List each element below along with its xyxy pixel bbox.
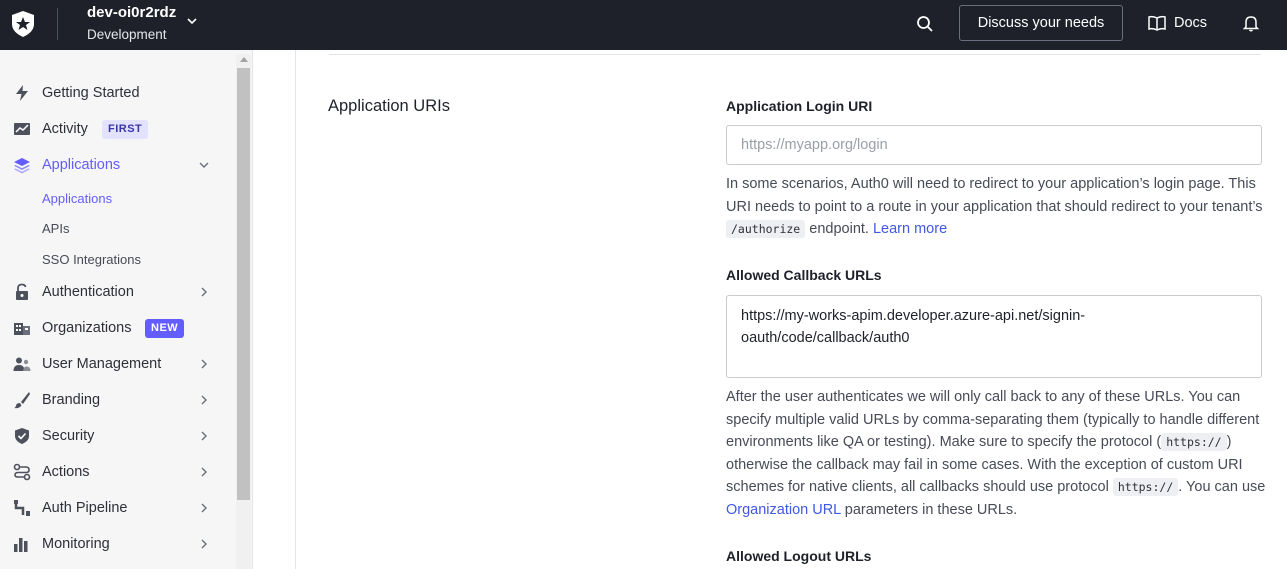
help-text: . You can use [1178,479,1266,495]
chevron-down-icon [199,162,209,168]
docs-link[interactable]: Docs [1148,13,1207,33]
discuss-your-needs-button[interactable]: Discuss your needs [959,5,1123,41]
sidebar-item-label: Branding [42,392,101,408]
layers-icon [12,155,32,175]
brush-icon [12,390,32,410]
sidebar-item-label: Actions [42,464,90,480]
flow-icon [12,462,32,482]
chevron-right-icon [201,359,207,369]
content-divider [295,50,296,569]
sidebar-item-organizations[interactable]: Organizations NEW [0,313,230,343]
sidebar-item-auth-pipeline[interactable]: Auth Pipeline [0,493,230,523]
sidebar-item-security[interactable]: Security [0,421,230,451]
sidebar-item-authentication[interactable]: Authentication [0,277,230,307]
users-icon [12,354,32,374]
callback-urls-help: After the user authenticates we will onl… [726,386,1266,521]
help-text: endpoint. [809,221,869,237]
sidebar-item-label: Authentication [42,284,134,300]
chevron-right-icon [201,287,207,297]
sidebar-item-label: Security [42,428,95,444]
pipeline-icon [12,498,32,518]
auth0-logo-icon[interactable] [10,10,36,38]
sidebar-item-user-management[interactable]: User Management [0,349,230,379]
sidebar-subitem-sso-integrations[interactable]: SSO Integrations [42,252,141,267]
login-uri-label: Application Login URI [726,98,873,114]
sidebar-item-actions[interactable]: Actions [0,457,230,487]
login-uri-help: In some scenarios, Auth0 will need to re… [726,173,1266,241]
bar-chart-icon [12,534,32,554]
header-divider [57,8,58,40]
building-icon [12,318,32,338]
callback-urls-textarea[interactable]: https://my-works-apim.developer.azure-ap… [726,295,1262,378]
sidebar-item-label: User Management [42,356,162,372]
shield-icon [12,426,32,446]
login-uri-input[interactable]: https://myapp.org/login [726,125,1262,165]
help-text: parameters in these URLs. [844,501,1018,518]
bell-icon[interactable] [1242,14,1260,32]
book-icon [1148,15,1166,31]
sidebar-item-label: Getting Started [42,85,140,101]
sidebar-item-label: Auth Pipeline [42,500,128,516]
lock-icon [12,282,32,302]
code-snippet: /authorize [726,220,806,238]
sidebar-item-branding[interactable]: Branding [0,385,230,415]
sidebar-subitem-apis[interactable]: APIs [42,221,69,236]
chevron-down-icon[interactable] [185,14,199,28]
chevron-right-icon [201,395,207,405]
sidebar-item-label: Organizations [42,320,132,336]
trend-chart-icon [12,119,32,139]
chevron-right-icon [201,431,207,441]
code-snippet: https:// [1161,433,1227,451]
sidebar-item-label: Monitoring [42,536,110,552]
tenant-name[interactable]: dev-oi0r2rdz [87,4,176,21]
sidebar-subitem-applications[interactable]: Applications [42,191,112,206]
chevron-right-icon [201,539,207,549]
sidebar-item-label: Applications [42,157,121,173]
tenant-environment[interactable]: Development [87,27,167,42]
new-badge: NEW [145,319,185,338]
search-icon[interactable] [915,14,935,34]
code-snippet: https:// [1112,478,1179,496]
sidebar-item-label: Activity [42,121,88,137]
lightning-icon [12,83,32,103]
top-bar: dev-oi0r2rdz Development Discuss your ne… [0,0,1287,50]
first-badge: FIRST [102,120,149,139]
sidebar-item-activity[interactable]: Activity FIRST [0,114,230,144]
sidebar-item-getting-started[interactable]: Getting Started [0,78,230,108]
chevron-right-icon [201,503,207,513]
organization-url-link[interactable]: Organization URL [726,502,841,518]
sidebar-scrollbar-thumb[interactable] [237,68,250,500]
section-divider [329,54,1261,55]
help-text: In some scenarios, Auth0 will need to re… [726,176,1263,215]
sidebar-item-monitoring[interactable]: Monitoring [0,529,230,559]
sidebar-item-applications[interactable]: Applications [0,150,230,180]
section-title: Application URIs [328,97,450,115]
docs-label: Docs [1174,15,1208,31]
scroll-up-arrow-icon[interactable] [240,57,248,62]
logout-urls-label: Allowed Logout URLs [726,548,872,564]
callback-urls-label: Allowed Callback URLs [726,267,882,283]
learn-more-link[interactable]: Learn more [873,221,947,237]
chevron-right-icon [201,467,207,477]
